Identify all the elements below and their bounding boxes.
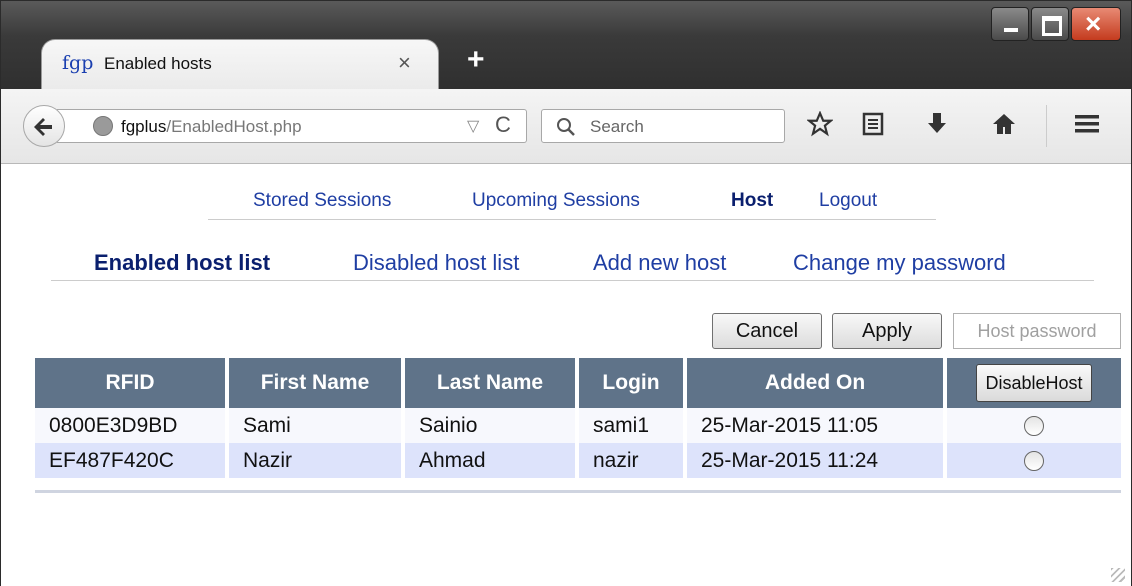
navigation-bar: fgplus/EnabledHost.php ▽ C Search	[1, 89, 1131, 164]
table-header-row: RFID First Name Last Name Login Added On…	[35, 358, 1121, 408]
cell-select	[945, 408, 1121, 443]
table-row: EF487F420C Nazir Ahmad nazir 25-Mar-2015…	[35, 443, 1121, 478]
disable-host-button[interactable]: DisableHost	[976, 364, 1092, 402]
browser-window: fgp Enabled hosts × + × fgplus/EnabledHo…	[0, 0, 1132, 586]
cell-added-on: 25-Mar-2015 11:24	[685, 443, 947, 478]
back-arrow-icon	[34, 118, 52, 136]
menu-stored-sessions[interactable]: Stored Sessions	[253, 190, 391, 212]
cell-first-name: Sami	[227, 408, 405, 443]
tab-disabled-host-list[interactable]: Disabled host list	[353, 250, 519, 276]
search-placeholder: Search	[590, 117, 644, 136]
maximize-button[interactable]	[1031, 7, 1069, 41]
favicon-icon: fgp	[62, 52, 94, 74]
column-header-first-name: First Name	[227, 358, 405, 408]
tab-enabled-hosts[interactable]: fgp Enabled hosts ×	[41, 39, 439, 91]
column-header-last-name: Last Name	[403, 358, 579, 408]
search-icon	[556, 113, 576, 143]
reading-list-icon[interactable]	[861, 111, 885, 144]
title-bar: fgp Enabled hosts × + ×	[1, 1, 1131, 91]
minimize-button[interactable]	[991, 7, 1029, 41]
cell-login: nazir	[577, 443, 687, 478]
cell-rfid: EF487F420C	[35, 443, 229, 478]
back-button[interactable]	[23, 105, 65, 147]
host-password-button[interactable]: Host password	[953, 313, 1121, 349]
column-header-login: Login	[577, 358, 687, 408]
cancel-button[interactable]: Cancel	[712, 313, 822, 349]
tab-change-password[interactable]: Change my password	[793, 250, 1006, 276]
reload-icon[interactable]: C	[495, 112, 511, 138]
table-row: 0800E3D9BD Sami Sainio sami1 25-Mar-2015…	[35, 408, 1121, 443]
url-path: /EnabledHost.php	[166, 117, 302, 136]
tab-close-icon[interactable]: ×	[398, 50, 411, 76]
menu-upcoming-sessions[interactable]: Upcoming Sessions	[472, 190, 640, 212]
url-text: fgplus/EnabledHost.php	[121, 117, 302, 137]
hosts-table: RFID First Name Last Name Login Added On…	[35, 358, 1121, 478]
column-header-added-on: Added On	[685, 358, 947, 408]
new-tab-button[interactable]: +	[467, 43, 485, 77]
tab-add-new-host[interactable]: Add new host	[593, 250, 726, 276]
globe-icon	[93, 116, 113, 136]
column-header-rfid: RFID	[35, 358, 229, 408]
cell-login: sami1	[577, 408, 687, 443]
cell-last-name: Sainio	[403, 408, 579, 443]
cell-rfid: 0800E3D9BD	[35, 408, 229, 443]
menu-icon[interactable]	[1073, 111, 1101, 144]
column-header-action: DisableHost	[945, 358, 1121, 408]
cell-first-name: Nazir	[227, 443, 405, 478]
select-radio[interactable]	[1024, 450, 1044, 471]
search-input[interactable]: Search	[541, 109, 785, 143]
menu-host[interactable]: Host	[731, 190, 773, 212]
menu-logout[interactable]: Logout	[819, 190, 877, 212]
cell-added-on: 25-Mar-2015 11:05	[685, 408, 947, 443]
url-bar[interactable]: fgplus/EnabledHost.php ▽ C	[57, 109, 527, 143]
tab-title: Enabled hosts	[104, 54, 212, 73]
url-dropdown-icon[interactable]: ▽	[467, 116, 479, 136]
url-host: fgplus	[121, 117, 167, 136]
resize-grip-icon[interactable]	[1111, 568, 1125, 582]
select-radio[interactable]	[1024, 415, 1044, 436]
toolbar-separator	[1046, 105, 1047, 147]
apply-button[interactable]: Apply	[832, 313, 942, 349]
close-icon: ×	[1085, 8, 1102, 39]
tab-enabled-host-list[interactable]: Enabled host list	[94, 250, 270, 276]
primary-menu-divider	[208, 219, 936, 220]
star-icon[interactable]	[806, 110, 834, 144]
cell-select	[945, 443, 1121, 478]
page-content: Stored Sessions Upcoming Sessions Host L…	[1, 164, 1131, 586]
close-window-button[interactable]: ×	[1071, 7, 1121, 41]
table-bottom-border	[35, 490, 1121, 493]
home-icon[interactable]	[991, 111, 1017, 144]
cell-last-name: Ahmad	[403, 443, 579, 478]
download-icon[interactable]	[925, 111, 949, 144]
secondary-menu-divider	[51, 280, 1094, 281]
